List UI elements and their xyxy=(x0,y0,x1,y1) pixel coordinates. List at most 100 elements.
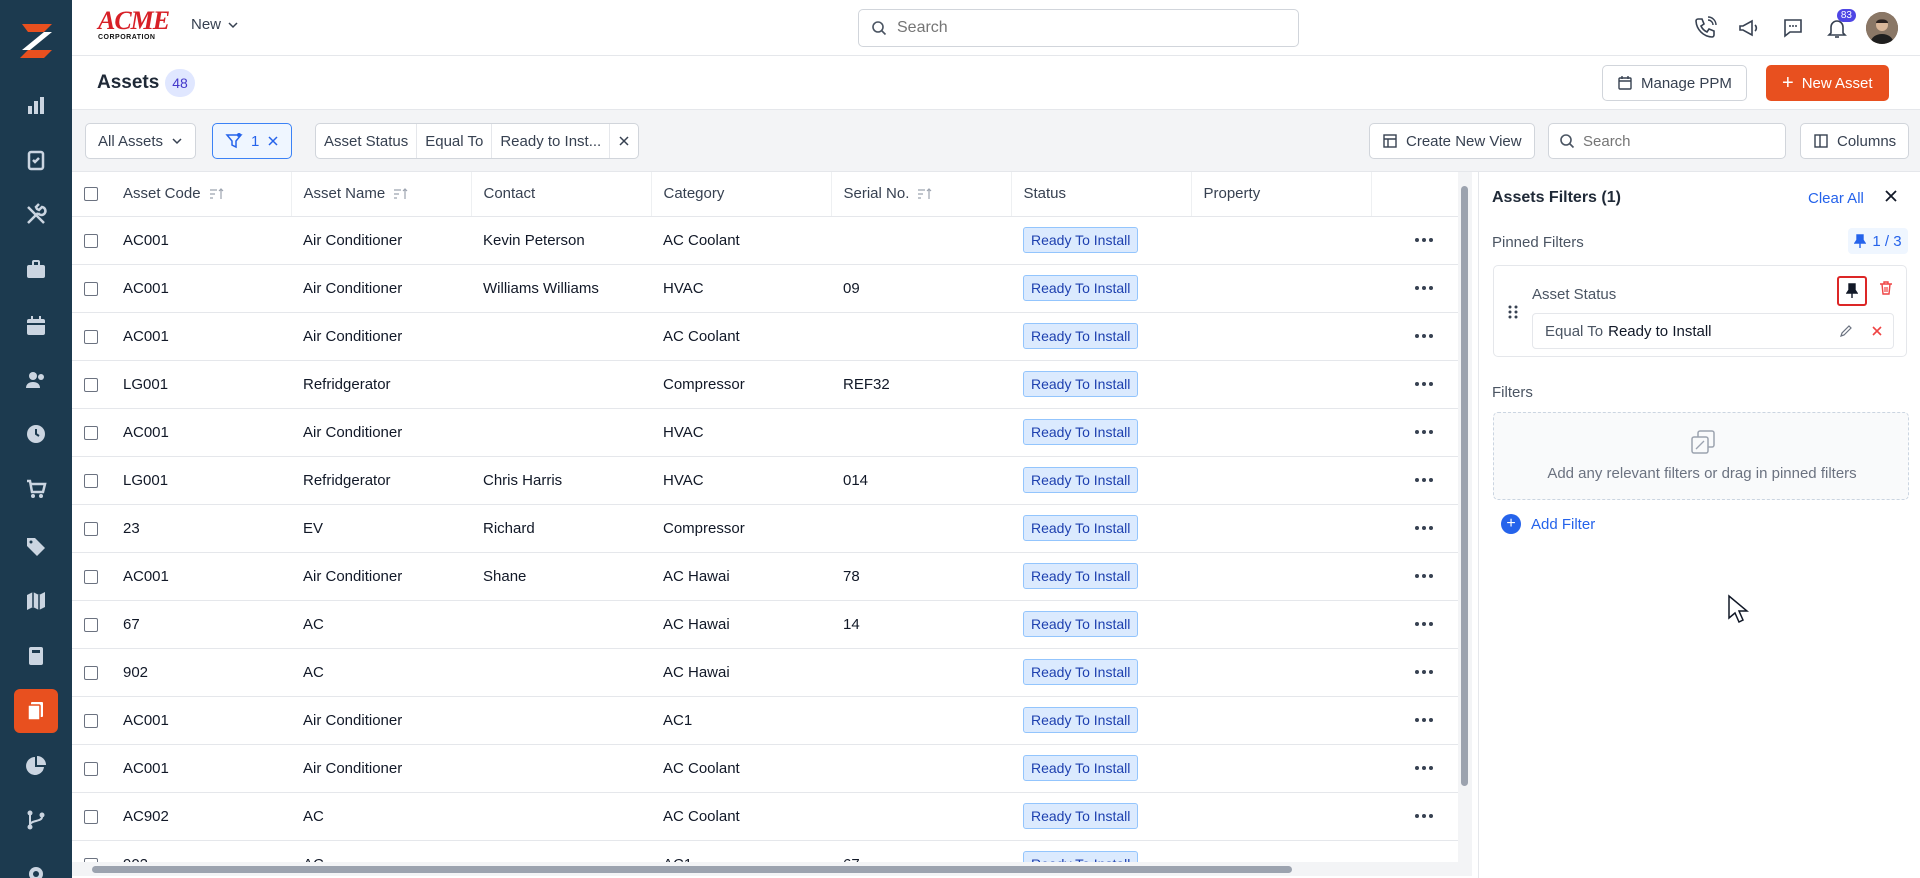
active-filters-toggle[interactable]: 1 xyxy=(212,123,293,159)
more-options-icon[interactable] xyxy=(1383,814,1460,818)
horizontal-scrollbar-thumb[interactable] xyxy=(92,866,1292,873)
table-row[interactable]: LG001 Refridgerator Compressor REF32 Ready T… xyxy=(72,360,1460,409)
tag-icon[interactable] xyxy=(14,524,58,568)
brand-logo[interactable]: ACME CORPORATION xyxy=(98,8,170,43)
global-search-input[interactable] xyxy=(897,19,1277,37)
tools-icon[interactable] xyxy=(14,193,58,237)
more-options-icon[interactable] xyxy=(1383,766,1460,770)
briefcase-icon[interactable] xyxy=(14,248,58,292)
more-options-icon[interactable] xyxy=(1383,670,1460,674)
sort-icon[interactable] xyxy=(917,188,933,200)
global-search[interactable] xyxy=(858,9,1299,47)
more-options-icon[interactable] xyxy=(1383,430,1460,434)
row-checkbox[interactable] xyxy=(84,713,98,728)
more-options-icon[interactable] xyxy=(1383,478,1460,482)
column-header[interactable]: Asset Code xyxy=(111,172,292,217)
table-row[interactable]: AC001 Air Conditioner AC Coolant Ready To I… xyxy=(72,744,1460,793)
table-row[interactable]: 902AC AC167 Ready To Install xyxy=(72,840,1460,862)
table-row[interactable]: 23 EV Richard Compressor Ready To Install xyxy=(72,504,1460,553)
clock-icon[interactable] xyxy=(14,412,58,456)
map-icon[interactable] xyxy=(14,579,58,623)
sort-icon[interactable] xyxy=(209,188,225,200)
unpin-filter-button[interactable] xyxy=(1837,276,1867,306)
calculator-icon[interactable] xyxy=(14,634,58,678)
table-row[interactable]: AC001 Air Conditioner AC Coolant Ready To I… xyxy=(72,312,1460,361)
table-row[interactable]: AC001 Air Conditioner AC1 Ready To Install xyxy=(72,696,1460,745)
app-logo-icon[interactable] xyxy=(14,18,58,62)
table-row[interactable]: 67 AC AC Hawai 14 Ready To Install xyxy=(72,600,1460,649)
row-checkbox[interactable] xyxy=(84,569,98,584)
close-panel-icon[interactable] xyxy=(1883,188,1899,208)
more-options-icon[interactable] xyxy=(1383,286,1460,290)
assets-icon[interactable] xyxy=(14,689,58,733)
notifications-bell-icon[interactable]: 83 xyxy=(1822,9,1856,43)
vertical-scrollbar[interactable] xyxy=(1458,172,1472,862)
users-icon[interactable] xyxy=(14,358,58,402)
view-selector[interactable]: All Assets xyxy=(85,123,197,159)
row-checkbox[interactable] xyxy=(84,521,98,536)
table-row[interactable]: LG001 Refridgerator Chris Harris HVAC 014 Rea… xyxy=(72,456,1460,505)
table-search-input[interactable] xyxy=(1583,132,1773,150)
columns-button[interactable]: Columns xyxy=(1800,123,1910,159)
filter-chip[interactable]: Asset Status Equal To Ready to Inst... xyxy=(315,123,640,159)
new-menu-button[interactable]: New xyxy=(191,16,239,33)
column-header[interactable]: Category xyxy=(651,172,832,217)
manage-ppm-button[interactable]: Manage PPM xyxy=(1602,65,1747,101)
pie-chart-icon[interactable] xyxy=(14,744,58,788)
row-checkbox[interactable] xyxy=(84,329,98,344)
drag-handle-icon[interactable] xyxy=(1508,304,1518,324)
row-checkbox[interactable] xyxy=(84,377,98,392)
column-header[interactable]: Property xyxy=(1191,172,1372,217)
user-avatar[interactable] xyxy=(1866,12,1898,44)
chat-icon[interactable] xyxy=(1778,13,1808,43)
row-checkbox[interactable] xyxy=(84,665,98,680)
row-checkbox[interactable] xyxy=(84,233,98,248)
table-row[interactable]: AC001 Air Conditioner Shane AC Hawai 78 Ready… xyxy=(72,552,1460,601)
close-icon[interactable] xyxy=(1871,324,1883,341)
workflow-icon[interactable] xyxy=(14,798,58,842)
create-new-view-button[interactable]: Create New View xyxy=(1369,123,1535,159)
table-row[interactable]: AC001 Air Conditioner Williams Williams HVA… xyxy=(72,264,1460,313)
select-all-checkbox[interactable] xyxy=(84,187,98,202)
table-row[interactable]: 902 AC AC Hawai Ready To Install xyxy=(72,648,1460,697)
row-checkbox[interactable] xyxy=(84,281,98,296)
sort-icon[interactable] xyxy=(393,188,409,200)
table-row[interactable]: AC001 Air Conditioner HVAC Ready To Install xyxy=(72,408,1460,457)
column-header[interactable]: Serial No. xyxy=(831,172,1012,217)
cart-icon[interactable] xyxy=(14,467,58,511)
row-checkbox[interactable] xyxy=(84,473,98,488)
column-header[interactable]: Contact xyxy=(471,172,652,217)
add-filter-button[interactable]: + Add Filter xyxy=(1501,514,1595,534)
filters-dropzone[interactable]: Add any relevant filters or drag in pinn… xyxy=(1493,412,1909,500)
new-asset-button[interactable]: + New Asset xyxy=(1766,65,1889,101)
table-row[interactable]: AC001 Air Conditioner Kevin Peterson AC Coo… xyxy=(72,216,1460,265)
more-options-icon[interactable] xyxy=(1383,574,1460,578)
more-options-icon[interactable] xyxy=(1383,334,1460,338)
column-header[interactable]: Status xyxy=(1011,172,1192,217)
close-icon[interactable] xyxy=(267,135,279,147)
table-search[interactable] xyxy=(1548,123,1786,159)
table-row[interactable]: AC902 AC AC Coolant Ready To Install xyxy=(72,792,1460,841)
pinned-filter-card[interactable]: Asset Status Equal To Ready to Install xyxy=(1493,265,1907,357)
more-options-icon[interactable] xyxy=(1383,238,1460,242)
calendar-icon[interactable] xyxy=(14,304,58,348)
edit-icon[interactable] xyxy=(1839,324,1853,342)
row-checkbox[interactable] xyxy=(84,809,98,824)
megaphone-icon[interactable] xyxy=(1734,13,1764,43)
row-checkbox[interactable] xyxy=(84,425,98,440)
more-options-icon[interactable] xyxy=(1383,718,1460,722)
settings-icon[interactable] xyxy=(14,852,58,878)
filter-chip-remove[interactable] xyxy=(610,124,638,158)
vertical-scrollbar-thumb[interactable] xyxy=(1461,186,1468,786)
phone-icon[interactable] xyxy=(1690,13,1720,43)
column-header[interactable]: Asset Name xyxy=(291,172,472,217)
delete-filter-icon[interactable] xyxy=(1878,280,1894,300)
clear-all-link[interactable]: Clear All xyxy=(1808,190,1864,207)
reports-icon[interactable] xyxy=(14,84,58,128)
more-options-icon[interactable] xyxy=(1383,526,1460,530)
more-options-icon[interactable] xyxy=(1383,382,1460,386)
row-checkbox[interactable] xyxy=(84,761,98,776)
row-checkbox[interactable] xyxy=(84,617,98,632)
more-options-icon[interactable] xyxy=(1383,622,1460,626)
work-orders-icon[interactable] xyxy=(14,138,58,182)
